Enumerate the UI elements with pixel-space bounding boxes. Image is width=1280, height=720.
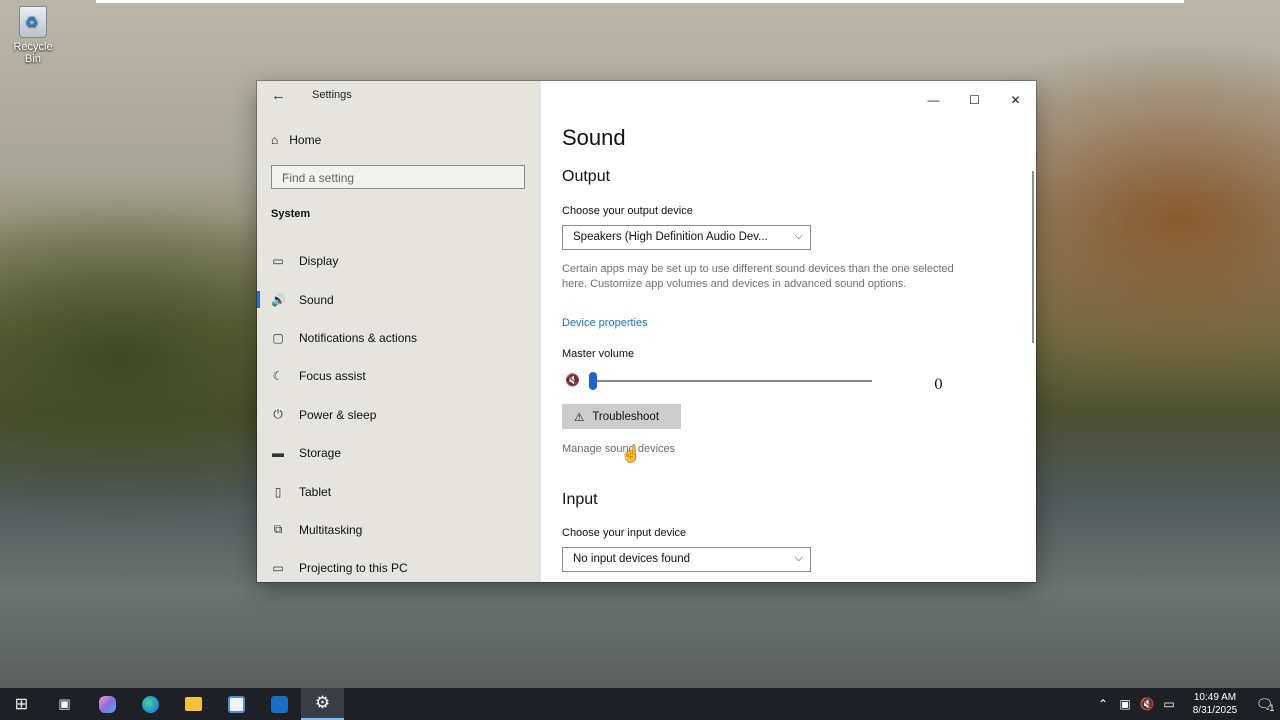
sidebar-item-label: Projecting to this PC — [299, 561, 408, 576]
show-hidden-icons-chevron-icon[interactable]: ⌃ — [1092, 697, 1114, 711]
clock-time: 10:49 AM — [1193, 692, 1237, 703]
tablet-icon: ▯ — [274, 484, 282, 499]
task-view-button[interactable]: ▣ — [43, 688, 86, 720]
network-icon[interactable]: ▭ — [1158, 697, 1180, 711]
recycle-bin-label: Recycle Bin — [13, 41, 53, 65]
volume-slider-thumb[interactable] — [589, 372, 597, 390]
copilot-button[interactable] — [86, 688, 129, 720]
task-view-icon: ▣ — [58, 696, 71, 711]
sidebar-item-storage[interactable]: ▬ Storage — [257, 434, 541, 472]
edge-icon — [142, 695, 159, 713]
sidebar-item-label: Multitasking — [299, 522, 363, 537]
troubleshoot-label: Troubleshoot — [592, 410, 660, 423]
settings-content: — ☐ ✕ Sound Output Choose your output de… — [541, 81, 1036, 582]
chevron-down-icon: ⌵ — [794, 552, 803, 564]
window-caption-buttons: — ☐ ✕ — [913, 87, 1036, 113]
sidebar-item-projecting[interactable]: ▭ Projecting to this PC — [257, 549, 541, 582]
clock-date: 8/31/2025 — [1192, 705, 1238, 716]
sidebar-item-sound[interactable]: 🔊 Sound — [257, 280, 541, 318]
display-icon: ▭ — [272, 254, 284, 269]
recycle-bin[interactable]: Recycle Bin — [4, 6, 62, 65]
speaker-muted-icon[interactable]: 🔇 — [565, 373, 580, 387]
taskbar: ⊞ ▣ ⚙ ⌃ ▣ 🔇 ▭ 10:49 AM 8/31/2025 🗨 1 — [0, 688, 1280, 720]
sidebar-item-focus-assist[interactable]: ☾ Focus assist — [257, 357, 541, 395]
home-icon: ⌂ — [271, 133, 279, 147]
outlook-button[interactable] — [258, 688, 301, 720]
taskbar-apps: ⊞ ▣ ⚙ — [0, 688, 344, 720]
taskbar-clock[interactable]: 10:49 AM 8/31/2025 — [1186, 691, 1244, 717]
output-device-value: Speakers (High Definition Audio Dev... — [573, 231, 768, 243]
notification-count: 1 — [1269, 703, 1275, 713]
settings-window: ← Settings ⌂ Home Find a setting ⌕ Syste… — [257, 81, 1036, 582]
sidebar-item-label: Notifications & actions — [299, 330, 418, 345]
sidebar-item-notifications[interactable]: ▢ Notifications & actions — [257, 319, 541, 357]
sidebar-item-tablet[interactable]: ▯ Tablet — [257, 472, 541, 510]
volume-slider-track[interactable] — [593, 380, 872, 382]
device-properties-link[interactable]: Device properties — [562, 317, 648, 329]
settings-taskbar-button[interactable]: ⚙ — [301, 688, 344, 720]
back-arrow-icon[interactable]: ← — [271, 87, 286, 104]
nav-list: ▭ Display 🔊 Sound ▢ Notifications & acti… — [257, 242, 541, 582]
moon-icon: ☾ — [272, 369, 284, 384]
input-device-value: No input devices found — [573, 553, 690, 565]
manage-sound-devices-link[interactable]: Manage sound devices — [562, 443, 675, 455]
device-icon[interactable]: ▣ — [1114, 697, 1136, 711]
windows-logo-icon: ⊞ — [14, 696, 29, 713]
scrollbar[interactable] — [1032, 171, 1034, 343]
warning-icon: ⚠ — [574, 411, 585, 424]
window-title: Settings — [312, 89, 352, 101]
output-device-dropdown[interactable]: Speakers (High Definition Audio Dev... ⌵ — [562, 225, 811, 250]
desktop-top-strip — [96, 0, 1184, 3]
sidebar-item-label: Storage — [299, 446, 342, 461]
store-button[interactable] — [215, 688, 258, 720]
nav-home[interactable]: ⌂ Home — [271, 133, 321, 147]
chevron-down-icon: ⌵ — [794, 230, 803, 242]
sidebar-item-label: Focus assist — [299, 369, 366, 384]
notification-icon: ▢ — [272, 330, 284, 345]
close-button[interactable]: ✕ — [995, 87, 1036, 113]
speaker-icon: 🔊 — [271, 292, 286, 307]
edge-button[interactable] — [129, 688, 172, 720]
file-explorer-icon — [185, 697, 202, 711]
projecting-icon: ▭ — [272, 561, 284, 576]
search-input[interactable]: Find a setting ⌕ — [271, 165, 525, 189]
copilot-icon — [99, 695, 116, 713]
storage-icon: ▬ — [272, 446, 284, 461]
nav-home-label: Home — [289, 133, 322, 147]
system-tray: ⌃ ▣ 🔇 ▭ 10:49 AM 8/31/2025 🗨 1 — [1092, 688, 1280, 720]
output-heading: Output — [562, 168, 611, 185]
nav-section-system: System — [271, 208, 311, 220]
settings-nav-pane: ← Settings ⌂ Home Find a setting ⌕ Syste… — [257, 81, 541, 582]
recycle-bin-icon — [19, 6, 47, 38]
action-center-button[interactable]: 🗨 1 — [1250, 688, 1280, 720]
sidebar-item-label: Display — [299, 254, 339, 269]
troubleshoot-button[interactable]: ⚠ Troubleshoot — [562, 404, 681, 429]
search-icon: ⌕ — [282, 169, 289, 183]
settings-icon: ⚙ — [314, 693, 331, 712]
sidebar-item-label: Tablet — [299, 484, 332, 499]
sidebar-item-power-sleep[interactable]: ⏻ Power & sleep — [257, 396, 541, 434]
maximize-button[interactable]: ☐ — [954, 87, 995, 113]
sidebar-item-display[interactable]: ▭ Display — [257, 242, 541, 280]
master-volume-label: Master volume — [562, 348, 635, 360]
desktop: Recycle Bin ← Settings ⌂ Home Find a set… — [0, 0, 1280, 688]
start-button[interactable]: ⊞ — [0, 688, 43, 720]
page-title: Sound — [562, 125, 626, 150]
output-device-label: Choose your output device — [562, 205, 693, 217]
volume-value: 0 — [934, 377, 943, 393]
multitasking-icon: ⧉ — [273, 522, 283, 537]
output-info-text: Certain apps may be set up to use differ… — [562, 263, 954, 290]
store-icon — [228, 695, 245, 713]
outlook-icon — [271, 695, 288, 713]
sidebar-item-label: Power & sleep — [299, 407, 377, 422]
input-heading: Input — [562, 491, 598, 508]
file-explorer-button[interactable] — [172, 688, 215, 720]
sidebar-item-label: Sound — [299, 292, 334, 307]
input-device-dropdown[interactable]: No input devices found ⌵ — [562, 547, 811, 572]
input-device-label: Choose your input device — [562, 527, 687, 539]
volume-muted-icon[interactable]: 🔇 — [1136, 697, 1158, 711]
power-icon: ⏻ — [273, 407, 283, 422]
sidebar-item-multitasking[interactable]: ⧉ Multitasking — [257, 511, 541, 549]
minimize-button[interactable]: — — [913, 87, 954, 113]
